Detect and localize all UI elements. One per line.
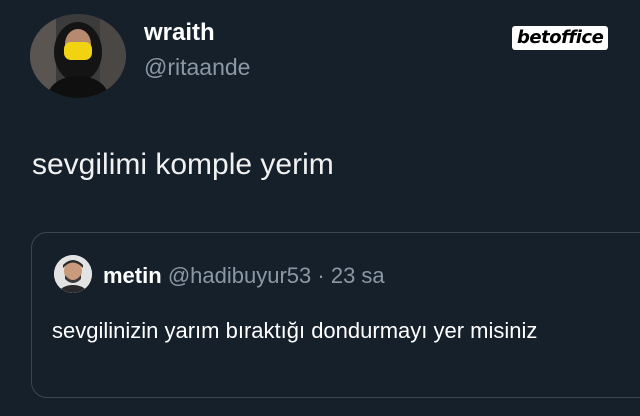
display-name[interactable]: wraith — [144, 19, 215, 47]
quoted-timestamp[interactable]: 23 sa — [331, 263, 385, 288]
quoted-tweet-text: sevgilinizin yarım bıraktığı dondurmayı … — [52, 318, 538, 343]
avatar-image — [30, 14, 126, 98]
watermark-logo: betoffice — [512, 26, 609, 50]
profile-avatar[interactable] — [30, 14, 126, 98]
quoted-display-name[interactable]: metin — [103, 263, 162, 288]
quoted-header: metin @hadibuyur53 · 23 sa — [103, 263, 385, 289]
user-handle[interactable]: @ritaande — [144, 54, 250, 81]
dot-separator: · — [317, 263, 325, 288]
tweet-text: sevgilimi komple yerim — [32, 148, 334, 181]
quoted-avatar-image — [54, 255, 92, 293]
quoted-avatar[interactable] — [54, 255, 92, 293]
quoted-tweet-card[interactable]: metin @hadibuyur53 · 23 sa sevgilinizin … — [31, 232, 640, 398]
quoted-handle[interactable]: @hadibuyur53 — [168, 263, 311, 288]
